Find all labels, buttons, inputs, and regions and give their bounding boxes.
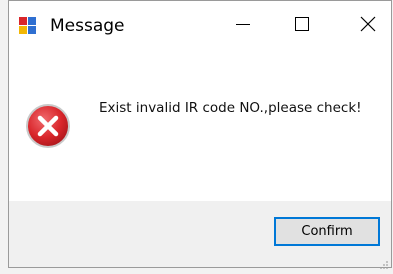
dialog-content: Exist invalid IR code NO.,please check! [9,47,391,201]
maximize-button[interactable] [279,1,325,47]
app-window-icon [19,17,36,34]
title-bar[interactable]: Message [9,1,391,47]
maximize-icon [295,17,309,31]
resize-grip-icon[interactable] [379,255,389,269]
dialog-footer: Confirm [9,201,391,269]
minimize-button[interactable] [220,1,266,47]
close-button[interactable] [345,1,391,47]
message-dialog: Message Exist invalid IR code NO.,please… [8,0,392,269]
confirm-button[interactable]: Confirm [274,217,380,246]
error-message: Exist invalid IR code NO.,please check! [99,100,362,116]
window-title: Message [50,16,125,36]
minimize-icon [236,24,250,25]
close-icon [360,16,376,32]
error-icon [25,103,71,149]
